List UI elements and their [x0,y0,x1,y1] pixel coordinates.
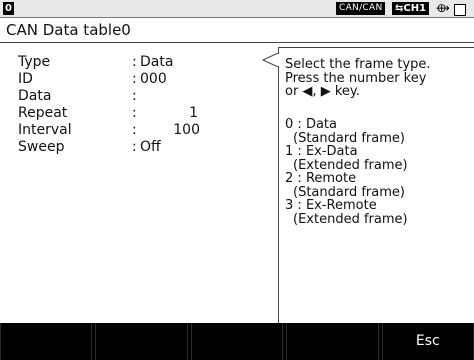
option-key: 2 [285,171,294,186]
mode-indicator: CAN∕CAN [336,2,386,15]
param-colon: : [132,105,137,121]
param-value[interactable]: 100 [173,122,200,139]
divider [0,42,474,43]
param-value[interactable]: 1 [189,105,198,122]
param-colon: : [132,139,137,155]
param-colon: : [132,122,137,138]
help-text: Select the frame type. Press the number … [285,58,470,99]
option-name: Ex-Data [305,144,358,159]
param-colon: : [132,71,137,87]
function-key-3[interactable] [190,323,284,360]
option-desc: (Extended frame) [293,157,408,173]
plug-icon: ⟴ [436,1,450,15]
help-line: Press the number key [285,70,427,86]
param-colon: : [132,88,137,104]
parameter-table: Type : Data ID : 000 Data : Repeat : 1 I… [18,54,248,156]
param-row-id[interactable]: ID : 000 [18,71,248,88]
param-label: Data [18,88,52,104]
param-label: Interval [18,122,72,138]
param-row-data[interactable]: Data : [18,88,248,105]
help-line: Select the frame type. [285,57,431,72]
option-item: 3 : Ex-Remote [285,198,377,213]
param-label: Repeat [18,105,68,121]
esc-button[interactable]: Esc [381,323,474,360]
param-value[interactable]: 000 [140,71,167,88]
option-name: Remote [305,171,357,186]
option-item: 2 : Remote [285,171,357,186]
param-row-type[interactable]: Type : Data [18,54,248,71]
param-row-repeat[interactable]: Repeat : 1 [18,105,248,122]
status-bar: 0 CAN∕CAN ⇆CH1 ⟴ [0,0,474,18]
param-value[interactable]: Off [140,139,161,156]
help-line: or ◀, ▶ key. [285,84,360,99]
param-colon: : [132,54,137,70]
channel-indicator: ⇆CH1 [392,2,430,15]
option-item: 1 : Ex-Data [285,144,358,159]
function-key-1[interactable] [0,323,93,360]
option-item: 0 : Data [285,117,337,132]
option-key: 0 [285,117,294,132]
option-key: 1 [285,144,294,159]
param-label: ID [18,71,33,87]
option-desc: (Extended frame) [293,211,408,227]
balloon-pointer [262,53,279,67]
param-label: Sweep [18,139,65,155]
frame-type-options: 0 : Data (Standard frame) 1 : Ex-Data (E… [285,118,470,226]
option-name: Ex-Remote [305,198,377,213]
option-desc: (Standard frame) [293,130,405,146]
function-key-4[interactable] [286,323,379,360]
param-label: Type [18,54,51,70]
page-title: CAN Data table0 [6,21,131,39]
option-desc: (Standard frame) [293,184,405,200]
param-row-interval[interactable]: Interval : 100 [18,122,248,139]
square-icon [454,4,466,16]
page-number-badge: 0 [3,2,14,15]
option-key: 3 [285,198,294,213]
param-row-sweep[interactable]: Sweep : Off [18,139,248,156]
function-key-2[interactable] [95,323,188,360]
option-name: Data [305,117,337,132]
param-value[interactable]: Data [140,54,173,71]
function-key-bar: Esc [0,323,474,360]
